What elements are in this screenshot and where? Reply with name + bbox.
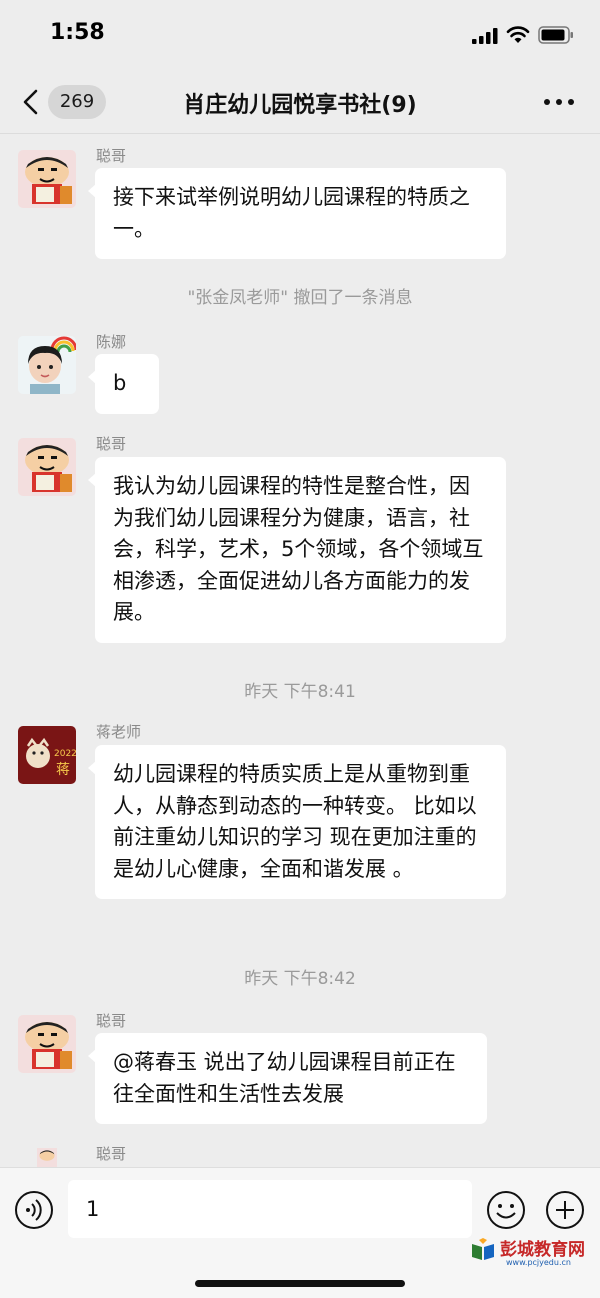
back-chevron-icon[interactable] [20,88,42,116]
teacher-avatar[interactable]: 2022 蒋 [18,726,76,784]
sender-name: 陈娜 [96,333,127,351]
cartoon-boy-avatar[interactable] [18,1015,76,1073]
message-bubble[interactable]: 接下来试举例说明幼儿园课程的特质之一。 [88,168,506,259]
message-input[interactable] [68,1180,472,1238]
signal-icon [472,28,498,44]
sender-name: 聪哥 [96,1145,127,1163]
sender-name: 聪哥 [96,147,127,165]
message-bubble[interactable]: @蒋春玉 说出了幼儿园课程目前正在往全面性和生活性去发展 [88,1033,487,1124]
cartoon-boy-avatar[interactable] [18,1148,76,1168]
plus-icon[interactable] [545,1190,585,1230]
wifi-icon [506,26,530,43]
message-bubble[interactable]: 我认为幼儿园课程的特性是整合性，因为我们幼儿园课程分为健康，语言，社会，科学，艺… [88,457,506,643]
avatar-year-text: 2022 [54,749,76,759]
unread-count-badge[interactable]: 269 [48,85,106,119]
nav-bar: 269 肖庄幼儿园悦享书社(9) [0,72,600,134]
home-indicator [195,1280,405,1287]
child-photo-avatar[interactable] [18,336,76,394]
sender-name: 蒋老师 [96,723,142,741]
voice-input-icon[interactable] [14,1190,54,1230]
message-bubble[interactable]: b [88,354,159,414]
sender-name: 聪哥 [96,1012,127,1030]
recall-notice: "张金凤老师" 撤回了一条消息 [187,288,413,308]
battery-icon [538,26,573,44]
status-time: 1:58 [50,20,105,45]
more-options-icon[interactable] [542,92,576,112]
watermark: 彭城教育网 www.pcjyedu.cn [470,1236,595,1270]
timestamp: 昨天 下午8:42 [244,969,356,989]
avatar-name-text: 蒋 [56,762,70,778]
message-bubble[interactable]: 幼儿园课程的特质实质上是从重物到重人，从静态到动态的一种转变。 比如以前注重幼儿… [88,745,506,899]
status-bar: 1:58 [0,0,600,72]
cartoon-boy-avatar[interactable] [18,438,76,496]
input-bar [0,1167,600,1298]
chat-title: 肖庄幼儿园悦享书社(9) [183,93,417,118]
watermark-url: www.pcjyedu.cn [506,1258,571,1267]
watermark-name: 彭城教育网 [500,1240,585,1260]
emoji-icon[interactable] [486,1190,526,1230]
book-logo-icon [472,1238,494,1260]
cartoon-boy-avatar[interactable] [18,150,76,208]
timestamp: 昨天 下午8:41 [244,682,356,702]
sender-name: 聪哥 [96,435,127,453]
